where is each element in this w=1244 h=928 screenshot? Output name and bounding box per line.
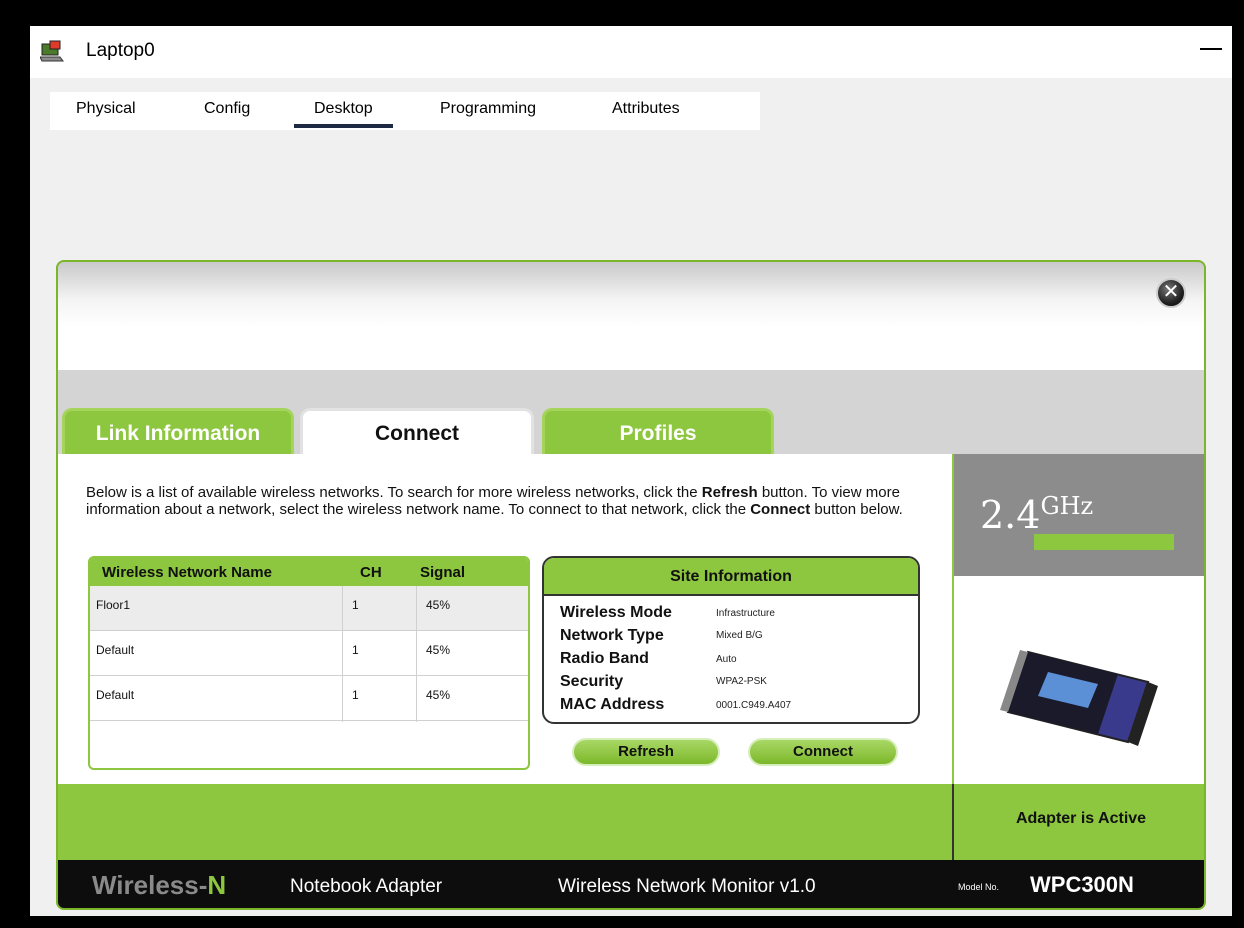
network-type-label: Network Type (560, 627, 664, 644)
security-value: WPA2-PSK (716, 676, 767, 687)
tab-link-information[interactable]: Link Information (62, 408, 294, 454)
model-number: WPC300N (1030, 872, 1134, 897)
brand-logo: Wireless-N (92, 870, 227, 900)
frequency-badge: 2.4GHz (954, 454, 1204, 576)
network-list-header: Wireless Network Name CH Signal (90, 558, 528, 586)
app-tab-strip: Link Information Connect Profiles (58, 370, 1204, 454)
network-type-value: Mixed B/G (716, 630, 763, 641)
app-version: Wireless Network Monitor v1.0 (558, 876, 816, 897)
footer-bar: Wireless-N Notebook Adapter Wireless Net… (58, 860, 1204, 908)
col-channel: CH (360, 564, 382, 581)
tab-physical[interactable]: Physical (76, 100, 136, 118)
wireless-monitor-app: ✕ Link Information Connect Profiles Belo… (56, 260, 1206, 910)
network-signal: 45% (426, 688, 451, 702)
tab-connect[interactable]: Connect (300, 408, 534, 454)
network-name: Default (96, 688, 135, 702)
mac-address-label: MAC Address (560, 696, 665, 713)
window-title: Laptop0 (86, 40, 155, 61)
wireless-mode-value: Infrastructure (716, 608, 775, 619)
adapter-status: Adapter is Active (1015, 810, 1147, 827)
tab-profiles[interactable]: Profiles (542, 408, 774, 454)
instructions-text: Below is a list of available wireless ne… (86, 484, 903, 518)
network-channel: 1 (352, 643, 359, 657)
radio-band-label: Radio Band (560, 650, 649, 667)
mac-address-value: 0001.C949.A407 (716, 700, 792, 711)
tab-config[interactable]: Config (204, 100, 250, 118)
connect-panel: Below is a list of available wireless ne… (58, 454, 952, 784)
close-icon[interactable]: ✕ (1156, 278, 1186, 308)
tab-desktop[interactable]: Desktop (294, 100, 393, 128)
title-bar: Laptop0 (30, 26, 1232, 78)
wireless-mode-label: Wireless Mode (560, 604, 672, 621)
network-channel: 1 (352, 688, 359, 702)
refresh-button[interactable]: Refresh (572, 738, 720, 766)
tab-attributes[interactable]: Attributes (612, 100, 680, 118)
network-row[interactable]: Default 1 45% (90, 631, 528, 676)
network-row[interactable]: Floor1 1 45% (90, 586, 528, 631)
model-label: Model No. (958, 882, 1000, 892)
network-signal: 45% (426, 598, 451, 612)
security-label: Security (560, 673, 624, 690)
network-list: Wireless Network Name CH Signal Floor1 1… (88, 556, 530, 770)
adapter-card-icon (1000, 650, 1158, 746)
minimize-button[interactable] (1200, 48, 1222, 50)
network-channel: 1 (352, 598, 359, 612)
tab-programming[interactable]: Programming (440, 100, 536, 118)
col-network-name: Wireless Network Name (102, 564, 272, 581)
radio-band-value: Auto (716, 654, 737, 665)
device-window: Laptop0 Physical Config Desktop Programm… (30, 26, 1232, 916)
app-header: ✕ (58, 262, 1204, 370)
site-information-title: Site Information (544, 558, 918, 596)
network-name: Floor1 (96, 598, 131, 612)
frequency-label: 2.4GHz (980, 492, 1094, 537)
network-signal: 45% (426, 643, 451, 657)
column-divider (416, 586, 417, 722)
site-information-box: Site Information Wireless Mode Infrastru… (542, 556, 920, 724)
col-signal: Signal (420, 564, 466, 581)
connect-button[interactable]: Connect (748, 738, 898, 766)
network-row[interactable]: Default 1 45% (90, 676, 528, 721)
device-tab-bar: Physical Config Desktop Programming Attr… (50, 92, 760, 130)
column-divider (342, 586, 343, 722)
laptop-icon (40, 40, 64, 62)
product-name: Notebook Adapter (290, 876, 443, 897)
network-name: Default (96, 643, 135, 657)
adapter-side-panel: 2.4GHz (954, 454, 1204, 784)
